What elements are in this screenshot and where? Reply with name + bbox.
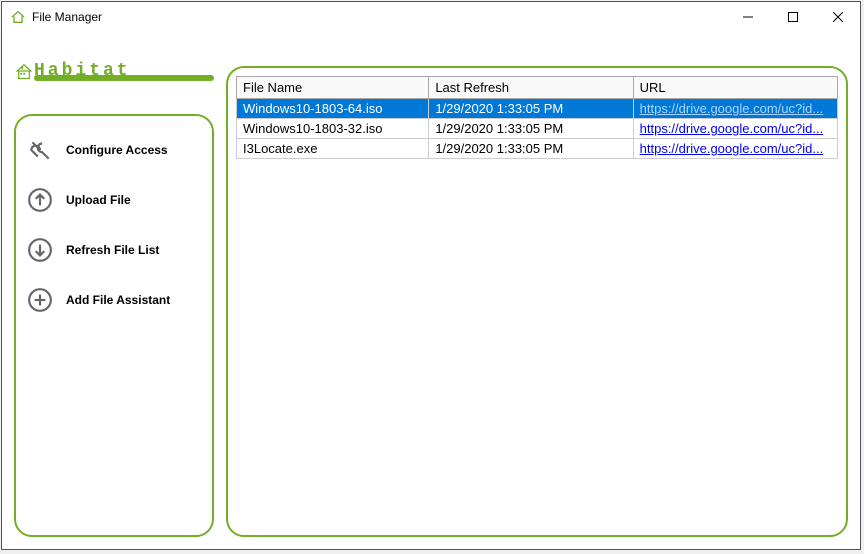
house-icon [14, 41, 34, 101]
col-last-refresh[interactable]: Last Refresh [429, 77, 633, 99]
refresh-file-list-button[interactable]: Refresh File List [26, 236, 202, 264]
file-table[interactable]: File Name Last Refresh URL Windows10-180… [236, 76, 838, 159]
upload-file-button[interactable]: Upload File [26, 186, 202, 214]
home-icon [10, 9, 26, 25]
cell-file-name[interactable]: Windows10-1803-32.iso [237, 119, 429, 139]
window-title: File Manager [32, 10, 725, 24]
left-column: Habitat Configure Access [14, 36, 214, 537]
url-link[interactable]: https://drive.google.com/uc?id... [640, 101, 824, 116]
cell-url[interactable]: https://drive.google.com/uc?id... [633, 119, 837, 139]
maximize-button[interactable] [770, 2, 815, 32]
cell-url[interactable]: https://drive.google.com/uc?id... [633, 139, 837, 159]
tools-icon [26, 136, 54, 164]
configure-access-button[interactable]: Configure Access [26, 136, 202, 164]
cell-file-name[interactable]: I3Locate.exe [237, 139, 429, 159]
table-panel: File Name Last Refresh URL Windows10-180… [226, 66, 848, 537]
minimize-button[interactable] [725, 2, 770, 32]
add-file-assistant-button[interactable]: Add File Assistant [26, 286, 202, 314]
sidebar-item-label: Configure Access [66, 143, 168, 157]
sidebar-item-label: Refresh File List [66, 243, 159, 257]
sidebar: Configure Access Upload File [14, 114, 214, 537]
url-link[interactable]: https://drive.google.com/uc?id... [640, 121, 824, 136]
logo: Habitat [14, 36, 214, 106]
titlebar: File Manager [2, 2, 860, 32]
cell-last-refresh[interactable]: 1/29/2020 1:33:05 PM [429, 119, 633, 139]
cell-last-refresh[interactable]: 1/29/2020 1:33:05 PM [429, 99, 633, 119]
sidebar-item-label: Upload File [66, 193, 131, 207]
close-button[interactable] [815, 2, 860, 32]
table-row[interactable]: I3Locate.exe1/29/2020 1:33:05 PM https://… [237, 139, 838, 159]
url-link[interactable]: https://drive.google.com/uc?id... [640, 141, 824, 156]
plus-icon [26, 286, 54, 314]
right-column: File Name Last Refresh URL Windows10-180… [226, 36, 848, 537]
cell-last-refresh[interactable]: 1/29/2020 1:33:05 PM [429, 139, 633, 159]
window-controls [725, 2, 860, 32]
sidebar-item-label: Add File Assistant [66, 293, 170, 307]
upload-icon [26, 186, 54, 214]
app-window: File Manager [1, 1, 861, 550]
col-url[interactable]: URL [633, 77, 837, 99]
table-row[interactable]: Windows10-1803-32.iso1/29/2020 1:33:05 P… [237, 119, 838, 139]
cell-file-name[interactable]: Windows10-1803-64.iso [237, 99, 429, 119]
table-header-row: File Name Last Refresh URL [237, 77, 838, 99]
refresh-icon [26, 236, 54, 264]
content-area: Habitat Configure Access [2, 32, 860, 549]
table-row[interactable]: Windows10-1803-64.iso1/29/2020 1:33:05 P… [237, 99, 838, 119]
cell-url[interactable]: https://drive.google.com/uc?id... [633, 99, 837, 119]
logo-underline [34, 75, 214, 81]
col-file-name[interactable]: File Name [237, 77, 429, 99]
